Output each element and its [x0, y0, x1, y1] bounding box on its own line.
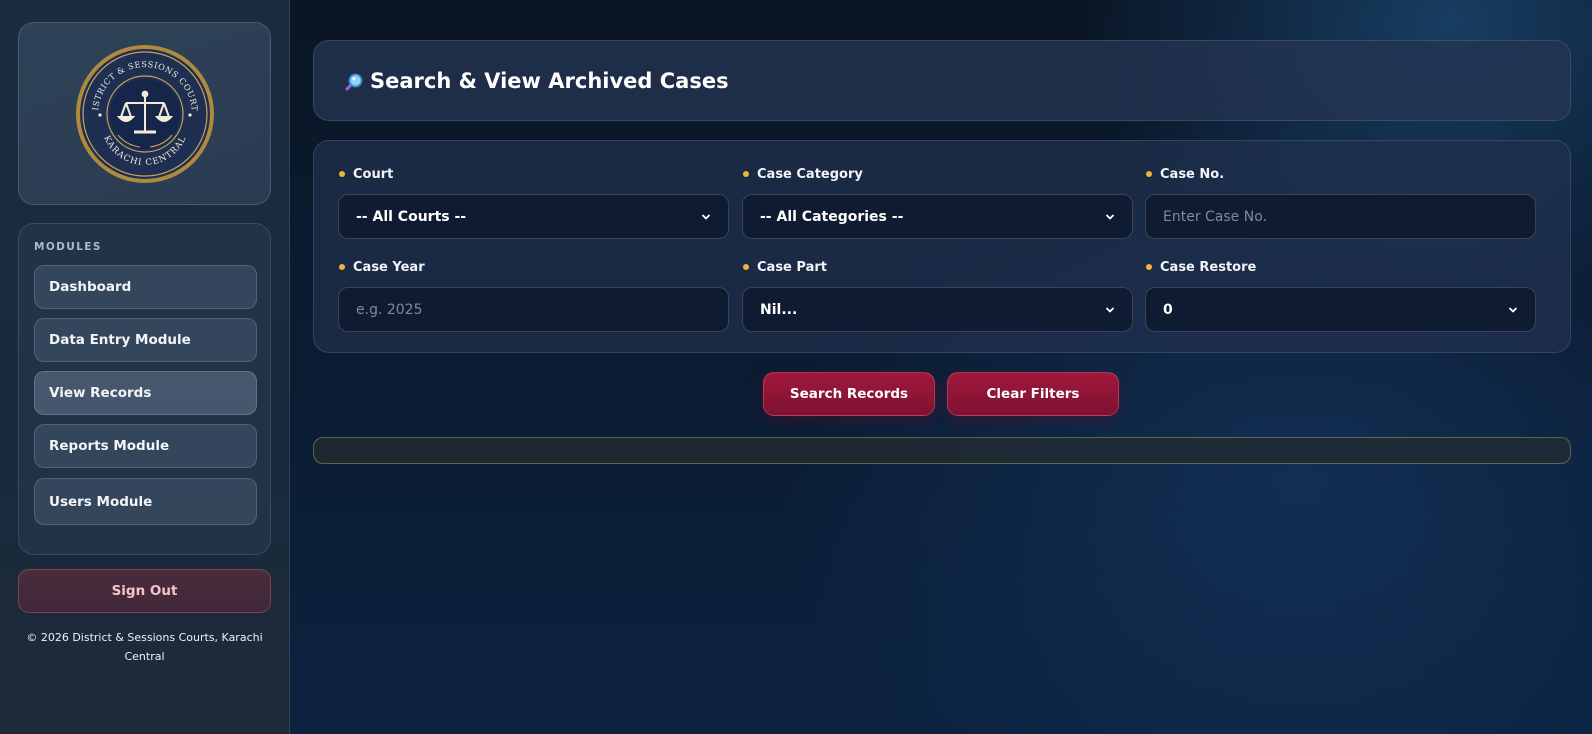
case-category-select[interactable]: -- All Categories -- [742, 194, 1133, 239]
bullet-dot-icon [743, 264, 749, 270]
court-select-value: -- All Courts -- [356, 208, 467, 225]
case-part-field: Case Part Nil... [742, 259, 1133, 332]
case-restore-select[interactable]: 0 [1145, 287, 1536, 332]
logo-card: DISTRICT & SESSIONS COURTS KARACHI CENTR… [18, 22, 271, 205]
bullet-dot-icon [339, 171, 345, 177]
footer-copyright: © 2026 District & Sessions Courts, Karac… [26, 631, 263, 663]
court-seal-logo: DISTRICT & SESSIONS COURTS KARACHI CENTR… [74, 43, 214, 183]
modules-heading: MODULES [34, 241, 102, 253]
case-restore-field: Case Restore 0 [1145, 259, 1536, 332]
modules-panel: MODULES Dashboard Data Entry Module View… [18, 223, 271, 555]
sidebar-item-view-records[interactable]: View Records [34, 371, 257, 415]
sidebar-item-dashboard[interactable]: Dashboard [34, 265, 257, 309]
sidebar: DISTRICT & SESSIONS COURTS KARACHI CENTR… [0, 0, 290, 734]
case-part-label: Case Part [757, 259, 827, 275]
case-part-select-value: Nil... [760, 301, 798, 318]
sign-out-button[interactable]: Sign Out [18, 569, 271, 613]
case-no-input[interactable] [1163, 208, 1518, 225]
case-restore-select-value: 0 [1163, 301, 1173, 318]
case-category-field: Case Category -- All Categories -- [742, 166, 1133, 239]
sidebar-item-reports[interactable]: Reports Module [34, 424, 257, 468]
court-field: Court -- All Courts -- [338, 166, 729, 239]
case-year-input[interactable] [356, 301, 711, 318]
case-year-field: Case Year [338, 259, 729, 332]
search-filters-panel: Court -- All Courts -- Case Category -- … [313, 140, 1571, 353]
page-title: Search & View Archived Cases [370, 68, 729, 93]
bullet-dot-icon [1146, 171, 1152, 177]
case-year-input-wrapper[interactable] [338, 287, 729, 332]
case-year-label: Case Year [353, 259, 425, 275]
chevron-down-icon [1106, 214, 1114, 219]
case-restore-label: Case Restore [1160, 259, 1257, 275]
sidebar-item-users[interactable]: Users Module [34, 478, 257, 525]
case-no-input-wrapper[interactable] [1145, 194, 1536, 239]
magnifier-icon [345, 73, 363, 91]
bullet-dot-icon [1146, 264, 1152, 270]
chevron-down-icon [1106, 307, 1114, 312]
results-area [313, 437, 1571, 464]
chevron-down-icon [702, 214, 710, 219]
case-part-select[interactable]: Nil... [742, 287, 1133, 332]
page-header: Search & View Archived Cases [313, 40, 1571, 121]
case-category-select-value: -- All Categories -- [760, 208, 904, 225]
court-select[interactable]: -- All Courts -- [338, 194, 729, 239]
case-no-field: Case No. [1145, 166, 1536, 239]
bullet-dot-icon [743, 171, 749, 177]
bullet-dot-icon [339, 264, 345, 270]
search-records-button[interactable]: Search Records [763, 372, 935, 416]
sidebar-item-data-entry[interactable]: Data Entry Module [34, 318, 257, 362]
court-label: Court [353, 166, 394, 182]
case-category-label: Case Category [757, 166, 863, 182]
chevron-down-icon [1509, 307, 1517, 312]
case-no-label: Case No. [1160, 166, 1225, 182]
clear-filters-button[interactable]: Clear Filters [947, 372, 1119, 416]
